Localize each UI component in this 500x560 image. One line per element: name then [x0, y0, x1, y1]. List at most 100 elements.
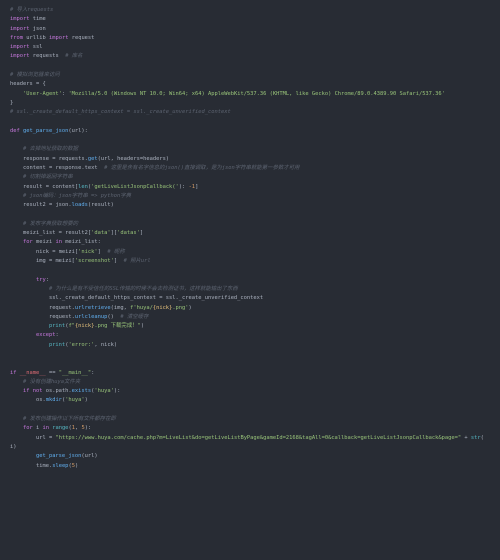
code: = json.	[46, 202, 72, 208]
identifier: result	[10, 184, 42, 190]
comment: # 发布字典获取想要的	[10, 221, 78, 227]
string: "https://www.huya.com/cache.php?m=LiveLi…	[55, 435, 461, 441]
string: 'huya'	[65, 397, 84, 403]
args: (url, headers=headers)	[98, 156, 169, 162]
identifier: meizi_list	[10, 230, 55, 236]
string: 'error:'	[68, 342, 94, 348]
operator: =	[46, 435, 56, 441]
call: get_parse_json	[10, 453, 81, 459]
call: urlcleanup	[75, 314, 107, 320]
identifier: os.	[10, 397, 46, 403]
f-expr: {nick}	[75, 323, 94, 329]
call: loads	[72, 202, 88, 208]
punct: :	[46, 277, 49, 283]
identifier: url	[10, 435, 46, 441]
code-editor[interactable]: # 导入requests import time import json fro…	[0, 0, 500, 477]
operator: +	[461, 435, 471, 441]
punct: :	[55, 332, 58, 338]
call: sleep	[52, 463, 68, 469]
punct: :	[91, 370, 94, 376]
module-name: json	[33, 26, 46, 32]
punct: ):	[85, 425, 92, 431]
string: .png 下载完成！"	[94, 323, 140, 329]
keyword-in: in	[39, 425, 52, 431]
punct: ):	[114, 388, 121, 394]
identifier: ssl._create_default_https_context	[10, 295, 156, 301]
string: 'getLiveListJsonpCallback('	[91, 184, 179, 190]
identifier: time.	[10, 463, 52, 469]
code: = meizi[	[46, 258, 75, 264]
comment: # 库名	[59, 53, 83, 59]
keyword-import: import	[10, 26, 29, 32]
params: (url):	[68, 128, 87, 134]
operator: ==	[46, 370, 59, 376]
identifier: response	[10, 156, 49, 162]
operator: = {	[33, 81, 46, 87]
identifier: meizi	[36, 239, 52, 245]
identifier: request.	[10, 314, 75, 320]
identifier: content	[10, 165, 46, 171]
call: urlretrieve	[75, 305, 111, 311]
punct: )	[141, 323, 144, 329]
module-name: time	[33, 16, 46, 22]
f-expr: {nick}	[153, 305, 172, 311]
identifier: os.path.	[46, 388, 72, 394]
keyword-in: in	[52, 239, 65, 245]
module-name: ssl	[33, 44, 43, 50]
string: 'screenshot'	[75, 258, 114, 264]
comment: # 照片url	[117, 258, 151, 264]
comment: # 导入requests	[10, 7, 53, 13]
string: f'huya/	[130, 305, 153, 311]
keyword-for: for	[10, 239, 36, 245]
keyword-import: import	[10, 16, 29, 22]
builtin-range: range	[52, 425, 68, 431]
code: ):	[179, 184, 189, 190]
identifier: headers	[10, 81, 33, 87]
punct: ]	[195, 184, 198, 190]
string: 'huya'	[94, 388, 113, 394]
identifier: nick	[10, 249, 49, 255]
keyword-import: import	[10, 53, 29, 59]
keyword-except: except	[10, 332, 55, 338]
identifier: i)	[10, 444, 17, 450]
code: = meizi[	[49, 249, 78, 255]
builtin-str: str	[471, 435, 481, 441]
comment: # 没有创建huya文件夹	[10, 379, 80, 385]
identifier: result2	[10, 202, 46, 208]
module-name: request	[72, 35, 95, 41]
keyword-for: for	[10, 425, 36, 431]
comment: # json编码：json字符串 => python字典	[10, 193, 131, 199]
code: = response.text	[46, 165, 98, 171]
code-block: # 导入requests import time import json fro…	[10, 7, 484, 469]
string: .png'	[172, 305, 188, 311]
string: "__main__"	[59, 370, 91, 376]
comment: # 清空缓存	[114, 314, 149, 320]
builtin: len	[78, 184, 88, 190]
identifier: img	[10, 258, 46, 264]
code: = ssl._create_unverified_context	[156, 295, 263, 301]
code: = content[	[42, 184, 78, 190]
call: mkdir	[46, 397, 62, 403]
comment: # 模拟浏览器来访问	[10, 72, 60, 78]
keyword-if: if	[10, 370, 20, 376]
module-name: urllib	[26, 35, 45, 41]
string: 'data'	[91, 230, 110, 236]
builtin-print: print	[10, 323, 65, 329]
keyword-from: from	[10, 35, 23, 41]
punct: ]	[140, 230, 143, 236]
keyword-try: try	[10, 277, 46, 283]
function-name: get_parse_json	[23, 128, 68, 134]
comment: # 昵称	[101, 249, 125, 255]
code: = requests.	[49, 156, 88, 162]
call: exists	[72, 388, 91, 394]
string: 'datas'	[117, 230, 140, 236]
call: get	[88, 156, 98, 162]
comment: # ssl._create_default_https_context = ss…	[10, 109, 231, 115]
identifier: meizi_list:	[65, 239, 101, 245]
identifier: request.	[10, 305, 75, 311]
keyword-import: import	[49, 35, 68, 41]
punct: )	[189, 305, 192, 311]
string: 'Mozilla/5.0 (Windows NT 10.0; Win64; x6…	[68, 91, 444, 97]
args: (	[481, 435, 484, 441]
punct: )	[75, 463, 78, 469]
